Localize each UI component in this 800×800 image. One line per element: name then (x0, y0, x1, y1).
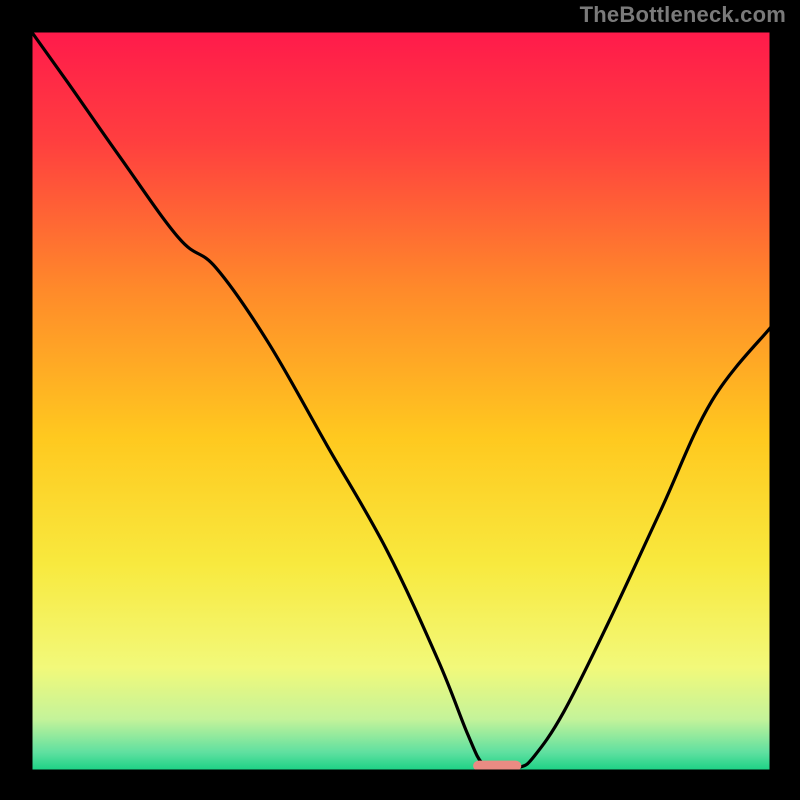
bottleneck-chart (0, 0, 800, 800)
watermark-text: TheBottleneck.com (580, 2, 786, 28)
optimum-marker (473, 761, 521, 771)
chart-frame: { "watermark": "TheBottleneck.com", "cha… (0, 0, 800, 800)
plot-background (31, 31, 771, 771)
